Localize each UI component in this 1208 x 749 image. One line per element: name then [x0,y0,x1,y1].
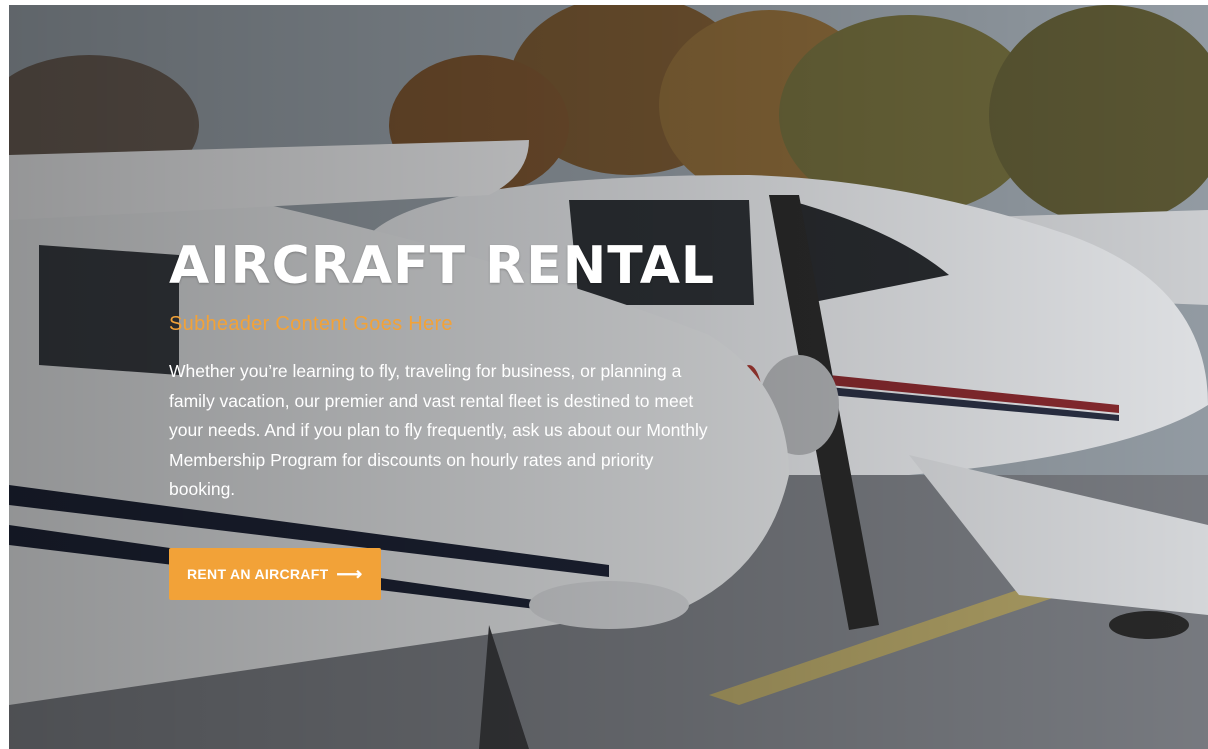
hero-section: AIRCRAFT RENTAL Subheader Content Goes H… [9,5,1208,749]
hero-subheader: Subheader Content Goes Here [169,313,453,335]
hero-description: Whether you’re learning to fly, travelin… [169,361,708,499]
arrow-right-icon: ⟶ [336,564,363,584]
rent-an-aircraft-button-label: RENT AN AIRCRAFT [187,566,329,582]
hero-content: AIRCRAFT RENTAL Subheader Content Goes H… [169,235,729,600]
page-title: AIRCRAFT RENTAL [169,236,716,296]
rent-an-aircraft-button[interactable]: RENT AN AIRCRAFT ⟶ [169,548,381,600]
